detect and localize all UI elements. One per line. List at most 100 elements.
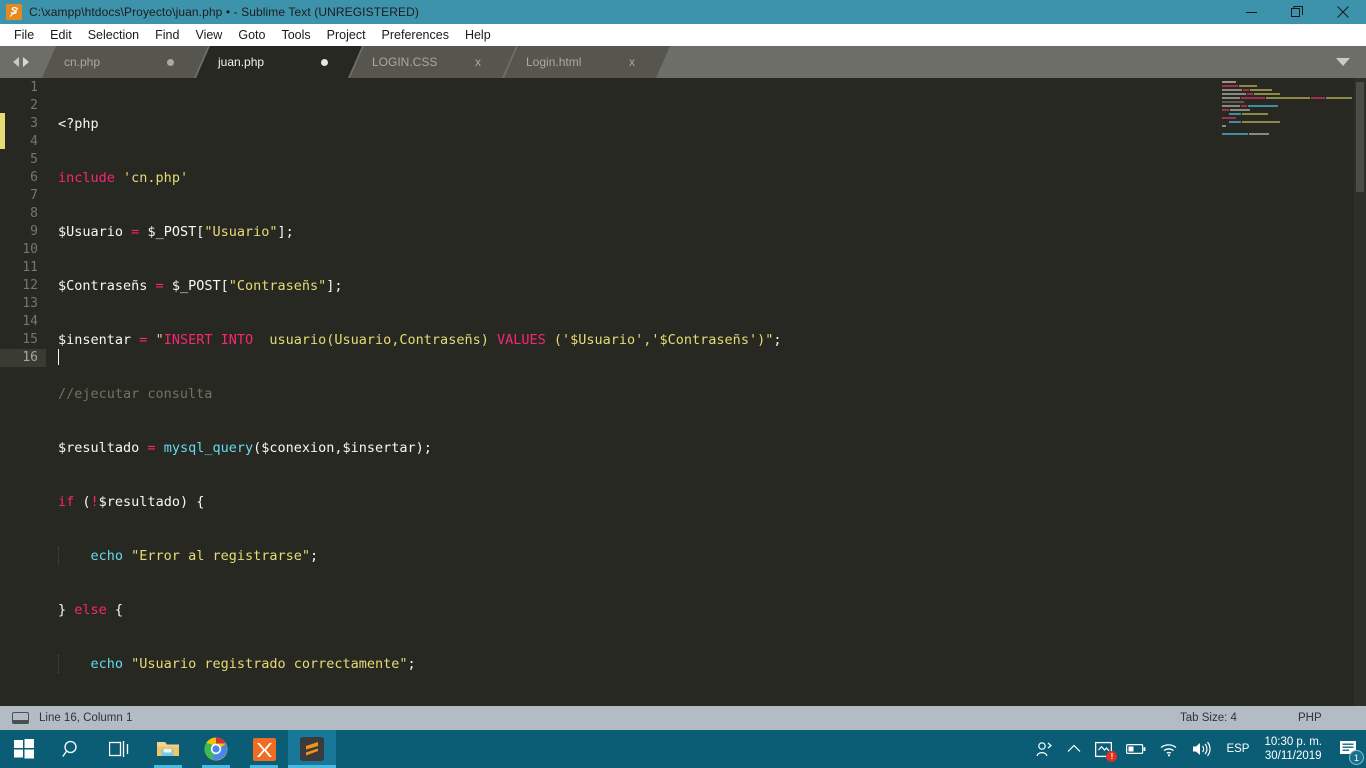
menu-file[interactable]: File bbox=[6, 26, 42, 44]
menu-preferences[interactable]: Preferences bbox=[374, 26, 457, 44]
code-line-2: include 'cn.php' bbox=[58, 170, 189, 186]
tab-label: LOGIN.CSS bbox=[372, 55, 438, 69]
clock-time: 10:30 p. m. bbox=[1264, 736, 1322, 748]
minimize-button[interactable] bbox=[1228, 0, 1274, 24]
scrollbar-thumb[interactable] bbox=[1356, 82, 1364, 192]
file-explorer-button[interactable] bbox=[144, 730, 192, 768]
panel-icon[interactable] bbox=[12, 712, 29, 724]
sublime-text-icon: S bbox=[6, 4, 22, 20]
tab-cn-php[interactable]: cn.php bbox=[42, 46, 208, 78]
volume-button[interactable] bbox=[1185, 730, 1219, 768]
menu-bar: File Edit Selection Find View Goto Tools… bbox=[0, 24, 1366, 46]
line-number-current: 16 bbox=[0, 349, 46, 367]
code-line-9: echo "Error al registrarse"; bbox=[58, 547, 1198, 565]
minimap[interactable] bbox=[1222, 81, 1352, 201]
onedrive-button[interactable]: ! bbox=[1088, 730, 1119, 768]
notification-count-badge: 1 bbox=[1349, 750, 1364, 765]
language-indicator[interactable]: ESP bbox=[1219, 730, 1256, 768]
network-button[interactable] bbox=[1153, 730, 1185, 768]
status-bar: Line 16, Column 1 Tab Size: 4 PHP bbox=[0, 706, 1366, 730]
tab-juan-php[interactable]: juan.php bbox=[196, 46, 362, 78]
menu-goto[interactable]: Goto bbox=[230, 26, 273, 44]
syntax-indicator[interactable]: PHP bbox=[1298, 712, 1322, 724]
minimap-line bbox=[1222, 117, 1352, 120]
tab-label: juan.php bbox=[218, 55, 265, 69]
sublime-logo-glyph: S bbox=[10, 6, 18, 17]
menu-view[interactable]: View bbox=[187, 26, 230, 44]
title-bar: S C:\xampp\htdocs\Proyecto\juan.php • - … bbox=[0, 0, 1366, 24]
windows-logo-icon bbox=[14, 739, 34, 759]
tab-login-css[interactable]: LOGIN.CSS x bbox=[350, 46, 516, 78]
minimap-line bbox=[1222, 125, 1352, 128]
minimap-line bbox=[1222, 105, 1352, 108]
close-icon[interactable]: x bbox=[626, 56, 638, 68]
minimap-line bbox=[1222, 101, 1352, 104]
line-number: 7 bbox=[30, 188, 38, 203]
line-number: 13 bbox=[22, 296, 38, 311]
people-button[interactable] bbox=[1029, 730, 1060, 768]
tab-label: Login.html bbox=[526, 55, 582, 69]
notifications-button[interactable]: 1 bbox=[1332, 730, 1366, 768]
task-view-button[interactable] bbox=[96, 730, 144, 768]
minimap-line bbox=[1222, 89, 1352, 92]
code-line-5: $insentar = "INSERT INTO usuario(Usuario… bbox=[58, 332, 782, 348]
chevron-left-icon[interactable] bbox=[13, 57, 19, 67]
task-view-icon bbox=[109, 741, 129, 757]
chevron-up-icon bbox=[1068, 744, 1081, 752]
minimap-line bbox=[1222, 97, 1352, 100]
unsaved-dot-icon[interactable] bbox=[167, 58, 174, 66]
battery-button[interactable] bbox=[1119, 730, 1153, 768]
line-number: 1 bbox=[30, 80, 38, 95]
xampp-button[interactable] bbox=[240, 730, 288, 768]
line-number: 15 bbox=[22, 332, 38, 347]
clock[interactable]: 10:30 p. m. 30/11/2019 bbox=[1256, 735, 1332, 763]
close-button[interactable] bbox=[1320, 0, 1366, 24]
window-controls bbox=[1228, 0, 1366, 24]
menu-edit[interactable]: Edit bbox=[42, 26, 80, 44]
menu-find[interactable]: Find bbox=[147, 26, 187, 44]
chevron-right-icon[interactable] bbox=[23, 57, 29, 67]
xampp-icon bbox=[252, 737, 276, 761]
show-hidden-icons-button[interactable] bbox=[1060, 730, 1088, 768]
menu-help[interactable]: Help bbox=[457, 26, 499, 44]
tab-navigation[interactable] bbox=[0, 46, 42, 78]
sublime-text-button[interactable] bbox=[288, 730, 336, 768]
line-number: 6 bbox=[30, 170, 38, 185]
minimap-line bbox=[1222, 129, 1352, 132]
minimap-scrollbar[interactable] bbox=[1354, 78, 1366, 706]
menu-tools[interactable]: Tools bbox=[273, 26, 318, 44]
code-line-8: if (!$resultado) { bbox=[58, 494, 205, 510]
menu-project[interactable]: Project bbox=[319, 26, 374, 44]
menu-selection[interactable]: Selection bbox=[80, 26, 147, 44]
minimap-line bbox=[1222, 85, 1352, 88]
sublime-text-icon bbox=[300, 737, 324, 761]
code-line-10: } else { bbox=[58, 602, 124, 618]
minimap-line bbox=[1222, 113, 1352, 116]
code-line-3: $Usuario = $_POST["Usuario"]; bbox=[58, 224, 294, 240]
line-number: 4 bbox=[30, 134, 38, 149]
line-number: 14 bbox=[22, 314, 38, 329]
tab-list: cn.php juan.php LOGIN.CSS x Login.html x bbox=[42, 46, 670, 78]
battery-icon bbox=[1126, 744, 1146, 755]
close-icon[interactable]: x bbox=[472, 56, 484, 68]
start-button[interactable] bbox=[0, 730, 48, 768]
tab-dropdown-button[interactable] bbox=[1320, 46, 1366, 78]
line-number: 9 bbox=[30, 224, 38, 239]
editor-area[interactable]: 1 2 3 4 5 6 7 8 9 10 11 12 13 14 15 16 <… bbox=[0, 78, 1366, 706]
tab-size-indicator[interactable]: Tab Size: 4 bbox=[1180, 712, 1237, 724]
search-button[interactable] bbox=[48, 730, 96, 768]
unsaved-dot-icon[interactable] bbox=[321, 58, 328, 66]
folder-icon bbox=[157, 742, 179, 756]
people-icon bbox=[1037, 741, 1053, 756]
error-badge: ! bbox=[1106, 751, 1118, 762]
taskbar: ! ESP 10:30 p. m. 30/11/2019 1 bbox=[0, 730, 1366, 768]
tab-login-html[interactable]: Login.html x bbox=[504, 46, 670, 78]
cursor-position: Line 16, Column 1 bbox=[39, 712, 133, 724]
chrome-button[interactable] bbox=[192, 730, 240, 768]
code-line-1: <?php bbox=[58, 116, 99, 132]
code-content[interactable]: <?php include 'cn.php' $Usuario = $_POST… bbox=[58, 78, 1198, 706]
chevron-down-icon bbox=[1336, 58, 1350, 66]
line-number: 8 bbox=[30, 206, 38, 221]
restore-icon bbox=[1291, 6, 1303, 17]
restore-button[interactable] bbox=[1274, 0, 1320, 24]
